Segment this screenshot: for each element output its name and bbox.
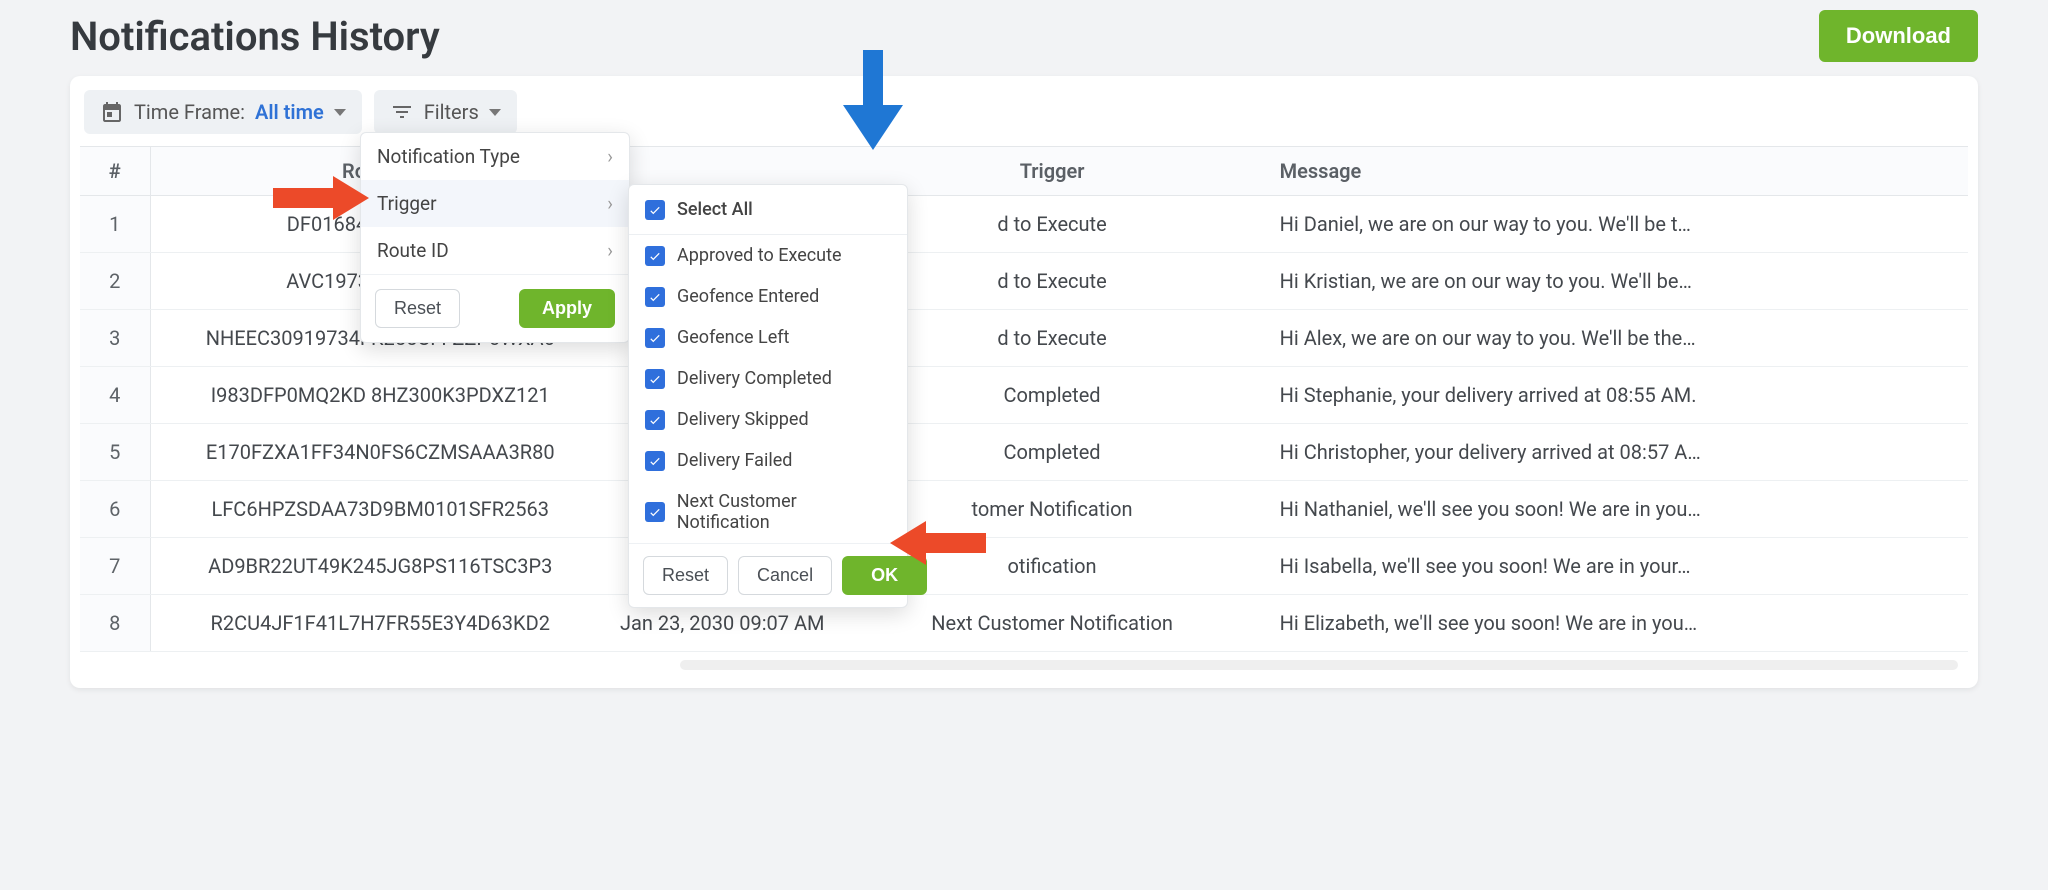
cell-route-id: E170FZXA1FF34N0FS6CZMSAAA3R80 [150, 424, 610, 481]
checkbox-checked-icon [645, 200, 665, 220]
checkbox-checked-icon [645, 287, 665, 307]
table-row[interactable]: 8R2CU4JF1F41L7H7FR55E3Y4D63KD2Jan 23, 20… [80, 595, 1968, 652]
cell-num: 4 [80, 367, 150, 424]
cell-route-id: AD9BR22UT49K245JG8PS116TSC3P3 [150, 538, 610, 595]
trigger-submenu: Select All Approved to Execute Geofence E… [628, 184, 908, 608]
filters-label: Filters [424, 100, 479, 124]
col-header-num: # [80, 147, 150, 196]
cell-message: Hi Christopher, your delivery arrived at… [1270, 424, 1968, 481]
cell-message: Hi Alex, we are on our way to you. We'll… [1270, 310, 1968, 367]
filter-item-label: Notification Type [377, 145, 520, 168]
filters-chip[interactable]: Filters [374, 90, 517, 134]
trigger-select-all[interactable]: Select All [629, 185, 907, 235]
cell-route-id: R2CU4JF1F41L7H7FR55E3Y4D63KD2 [150, 595, 610, 652]
chevron-down-icon [489, 109, 501, 116]
cell-message: Hi Kristian, we are on our way to you. W… [1270, 253, 1968, 310]
chevron-down-icon [334, 109, 346, 116]
trigger-option[interactable]: Geofence Left [629, 317, 907, 358]
trigger-reset-button[interactable]: Reset [643, 556, 728, 595]
trigger-option-label: Delivery Failed [677, 450, 792, 471]
timeframe-chip[interactable]: Time Frame: All time [84, 90, 362, 134]
filter-item-trigger[interactable]: Trigger › [361, 180, 629, 227]
cell-num: 5 [80, 424, 150, 481]
trigger-option[interactable]: Delivery Completed [629, 358, 907, 399]
checkbox-checked-icon [645, 410, 665, 430]
filters-reset-button[interactable]: Reset [375, 289, 460, 328]
checkbox-checked-icon [645, 246, 665, 266]
calendar-icon [100, 100, 124, 124]
cell-num: 1 [80, 196, 150, 253]
annotation-arrow-blue [843, 50, 903, 155]
trigger-option-label: Next Customer Notification [677, 491, 891, 533]
trigger-option[interactable]: Next Customer Notification [629, 481, 907, 543]
checkbox-checked-icon [645, 451, 665, 471]
trigger-option-label: Delivery Completed [677, 368, 832, 389]
annotation-arrow-red-1 [273, 176, 369, 225]
select-all-label: Select All [677, 199, 753, 220]
table-row[interactable]: 5E170FZXA1FF34N0FS6CZMSAAA3R80JanComplet… [80, 424, 1968, 481]
cell-num: 8 [80, 595, 150, 652]
table-row[interactable]: 4I983DFP0MQ2KD 8HZ300K3PDXZ121JanComplet… [80, 367, 1968, 424]
download-button[interactable]: Download [1819, 10, 1978, 62]
trigger-option-label: Approved to Execute [677, 245, 842, 266]
trigger-option[interactable]: Geofence Entered [629, 276, 907, 317]
trigger-cancel-button[interactable]: Cancel [738, 556, 832, 595]
cell-route-id: LFC6HPZSDAA73D9BM0101SFR2563 [150, 481, 610, 538]
cell-message: Hi Elizabeth, we'll see you soon! We are… [1270, 595, 1968, 652]
cell-num: 3 [80, 310, 150, 367]
table-row[interactable]: 6LFC6HPZSDAA73D9BM0101SFR2563Jantomer No… [80, 481, 1968, 538]
filter-icon [390, 100, 414, 124]
cell-message: Hi Daniel, we are on our way to you. We'… [1270, 196, 1968, 253]
checkbox-checked-icon [645, 369, 665, 389]
trigger-option[interactable]: Delivery Failed [629, 440, 907, 481]
cell-message: Hi Stephanie, your delivery arrived at 0… [1270, 367, 1968, 424]
trigger-option-label: Geofence Left [677, 327, 789, 348]
trigger-option-label: Delivery Skipped [677, 409, 809, 430]
cell-message: Hi Nathaniel, we'll see you soon! We are… [1270, 481, 1968, 538]
checkbox-checked-icon [645, 502, 665, 522]
filters-apply-button[interactable]: Apply [519, 289, 615, 328]
filter-item-route-id[interactable]: Route ID › [361, 227, 629, 274]
cell-message: Hi Isabella, we'll see you soon! We are … [1270, 538, 1968, 595]
notifications-card: Time Frame: All time Filters Notificatio… [70, 76, 1978, 688]
cell-num: 2 [80, 253, 150, 310]
trigger-option[interactable]: Delivery Skipped [629, 399, 907, 440]
cell-route-id: I983DFP0MQ2KD 8HZ300K3PDXZ121 [150, 367, 610, 424]
filter-item-notification-type[interactable]: Notification Type › [361, 133, 629, 180]
page-title: Notifications History [70, 13, 440, 60]
chevron-right-icon: › [607, 145, 613, 168]
filters-dropdown: Notification Type › Trigger › Route ID ›… [360, 132, 630, 343]
timeframe-label: Time Frame: [134, 100, 245, 124]
trigger-option[interactable]: Approved to Execute [629, 235, 907, 276]
chevron-right-icon: › [607, 192, 613, 215]
annotation-arrow-red-2 [890, 521, 986, 570]
timeframe-value: All time [255, 100, 324, 124]
filter-item-label: Route ID [377, 239, 449, 262]
cell-num: 7 [80, 538, 150, 595]
trigger-option-label: Geofence Entered [677, 286, 819, 307]
chevron-right-icon: › [607, 239, 613, 262]
col-header-message: Message [1270, 147, 1968, 196]
cell-num: 6 [80, 481, 150, 538]
filter-item-label: Trigger [377, 192, 437, 215]
horizontal-scrollbar[interactable] [680, 660, 1958, 670]
table-row[interactable]: 7AD9BR22UT49K245JG8PS116TSC3P3Janotifica… [80, 538, 1968, 595]
checkbox-checked-icon [645, 328, 665, 348]
